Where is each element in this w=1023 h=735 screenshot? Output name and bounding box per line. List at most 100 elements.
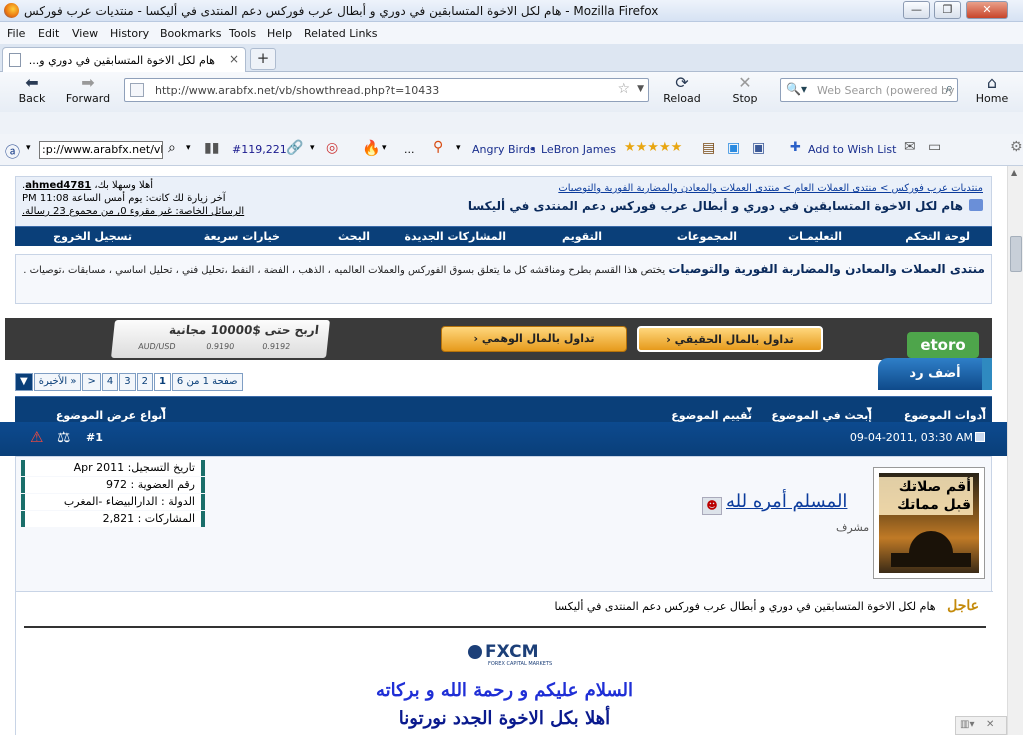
- search-icon[interactable]: ⌕: [168, 140, 176, 156]
- status-close-icon[interactable]: ✕: [986, 719, 994, 730]
- nav-user-cp[interactable]: لوحة التحكم: [905, 230, 970, 243]
- add-reply-button[interactable]: أضف رد: [878, 358, 992, 390]
- twitter-icon[interactable]: ▣: [727, 140, 740, 156]
- nav-groups[interactable]: المجموعات: [677, 230, 737, 243]
- menu-edit[interactable]: Edit: [38, 27, 59, 40]
- pager-last[interactable]: الأخيرة »: [33, 373, 82, 391]
- stop-button[interactable]: ✕ Stop: [720, 74, 770, 108]
- avatar[interactable]: أقم صلاتك قبل مماتك: [873, 467, 985, 579]
- url-text: http://www.arabfx.net/vb/showthread.php?…: [155, 84, 440, 97]
- new-tab-button[interactable]: +: [250, 48, 276, 70]
- add-to-wishlist-link[interactable]: Add to Wish List: [808, 143, 896, 156]
- flame-icon[interactable]: 🔥: [362, 139, 381, 157]
- menu-tools[interactable]: Tools: [229, 27, 256, 40]
- alexa-dropdown-icon[interactable]: ▾: [26, 143, 31, 153]
- menu-file[interactable]: File: [7, 27, 25, 40]
- back-label: Back: [18, 92, 46, 105]
- vertical-scrollbar[interactable]: ▲: [1007, 166, 1023, 735]
- back-button[interactable]: ⬅ Back: [10, 74, 54, 108]
- thread-tools-menu[interactable]: أدوات الموضوع ▾: [904, 403, 986, 422]
- trade-demo-button[interactable]: تداول بالمال الوهمي ‹: [441, 326, 627, 352]
- scrollbar-thumb[interactable]: [1010, 236, 1022, 272]
- forum-description: يختص هذا القسم بطرح ومناقشه كل ما يتعلق …: [23, 265, 666, 276]
- tab-close-icon[interactable]: ×: [229, 52, 239, 66]
- nav-quick-links[interactable]: خيارات سريعة: [204, 230, 280, 243]
- nav-logout[interactable]: تسجيل الخروج: [53, 230, 132, 243]
- rate-thread-menu[interactable]: تقييم الموضوع ▾: [671, 403, 752, 422]
- facebook-icon[interactable]: ▣: [752, 140, 765, 156]
- nav-calendar[interactable]: التقويم: [562, 230, 602, 243]
- search-thread-label: إبحث في الموضوع: [771, 409, 872, 422]
- pager-page-2[interactable]: 2: [136, 373, 153, 391]
- pager-next[interactable]: >: [82, 373, 101, 391]
- nav-search[interactable]: البحث: [338, 230, 370, 243]
- url-dropdown-icon[interactable]: ▼: [637, 84, 644, 94]
- search-engine-icon[interactable]: 🔍▾: [786, 82, 807, 96]
- addon-url-field[interactable]: :p://www.arabfx.net/vb: [39, 141, 163, 159]
- link-dropdown-icon[interactable]: ▾: [310, 143, 315, 153]
- notebook-icon[interactable]: ▤: [702, 140, 715, 156]
- web-search-input[interactable]: 🔍▾ Web Search (powered by ⌕: [780, 78, 958, 102]
- trade-real-button[interactable]: تداول بالمال الحقيقي ‹: [637, 326, 823, 352]
- alexa-rank[interactable]: #119,221: [232, 143, 287, 156]
- fire-dropdown-icon[interactable]: ▾: [456, 143, 461, 153]
- pager-current-page: 1: [153, 373, 171, 391]
- lebron-james-link[interactable]: LeBron James: [541, 143, 616, 156]
- angry-birds-link[interactable]: Angry Birds: [472, 143, 536, 156]
- home-button[interactable]: ⌂ Home: [968, 74, 1016, 108]
- menu-view[interactable]: View: [72, 27, 98, 40]
- pager-page-3[interactable]: 3: [119, 373, 136, 391]
- address-bar[interactable]: http://www.arabfx.net/vb/showthread.php?…: [124, 78, 649, 102]
- forward-button[interactable]: ➡ Forward: [62, 74, 114, 108]
- menu-history[interactable]: History: [110, 27, 149, 40]
- search-go-icon[interactable]: ⌕: [946, 81, 953, 96]
- etoro-banner[interactable]: اربح حتى $10000 مجانية AUD/USD 0.9190 0.…: [5, 318, 992, 360]
- firefox-window: هام لكل الاخوة المتسابقين في دوري و أبطا…: [0, 0, 1023, 735]
- scroll-up-icon[interactable]: ▲: [1011, 168, 1017, 177]
- rating-stars[interactable]: ★★★★★: [624, 140, 682, 155]
- page-content: منتديات عرب فوركس > منتدى العملات العام …: [0, 166, 1007, 735]
- status-addon-icon[interactable]: ▥▾: [960, 719, 974, 730]
- link-chain-icon[interactable]: 🔗: [286, 140, 303, 156]
- target-icon[interactable]: ◎: [326, 140, 338, 156]
- menu-related-links[interactable]: Related Links: [304, 27, 378, 40]
- nav-faq[interactable]: التعليمـات: [788, 230, 842, 243]
- nav-new-posts[interactable]: المشاركات الجديدة: [404, 230, 506, 243]
- tab-bar: هام لكل الاخوة المتسابقين في دوري و... ×…: [0, 44, 1023, 72]
- minimize-button[interactable]: —: [903, 1, 930, 19]
- reload-icon: ⟳: [675, 73, 689, 92]
- fxcm-logo: FXCM FOREX CAPITAL MARKETS: [468, 642, 552, 667]
- menu-help[interactable]: Help: [267, 27, 292, 40]
- rate-thread-label: تقييم الموضوع: [671, 409, 752, 422]
- pager-page-4[interactable]: 4: [101, 373, 119, 391]
- report-post-icon[interactable]: ⚠: [30, 428, 43, 446]
- tab-current[interactable]: هام لكل الاخوة المتسابقين في دوري و... ×: [2, 47, 246, 72]
- toolbar-spacer: [0, 112, 1023, 134]
- bookmark-star-icon[interactable]: ☆: [617, 81, 630, 97]
- flame-dropdown-icon[interactable]: ▾: [382, 143, 387, 153]
- alexa-icon[interactable]: ⓐ: [5, 141, 20, 162]
- wishlist-icon[interactable]: ✚: [790, 140, 801, 155]
- mail-icon[interactable]: ✉: [904, 139, 916, 155]
- maximize-button[interactable]: ❐: [934, 1, 961, 19]
- username-link[interactable]: ahmed4781: [25, 180, 91, 191]
- post-header-bar: ⚠ ⚖ #1 09-04-2011, 03:30 AM: [0, 422, 1007, 456]
- breadcrumb[interactable]: منتديات عرب فوركس > منتدى العملات العام …: [558, 183, 983, 194]
- reload-button[interactable]: ⟳ Reload: [656, 74, 708, 108]
- post-number[interactable]: #1: [86, 431, 103, 444]
- gear-icon[interactable]: ⚙: [1010, 139, 1023, 155]
- fire-search-icon[interactable]: ⚲: [433, 139, 443, 155]
- poster-name-link[interactable]: المسلم أمره لله: [726, 491, 847, 512]
- private-messages-link[interactable]: الرسائل الخاصة: غير مقروء 0, من مجموع 23…: [22, 206, 244, 217]
- stats-chart-icon[interactable]: ▮▮: [204, 140, 219, 156]
- scales-icon[interactable]: ⚖: [57, 428, 70, 446]
- banner-pair: AUD/USD: [137, 342, 176, 351]
- contact-card-icon[interactable]: ▭: [928, 139, 941, 155]
- search-thread-menu[interactable]: إبحث في الموضوع ▾: [771, 403, 872, 422]
- display-modes-menu[interactable]: انواع عرض الموضوع ▾: [56, 403, 166, 422]
- more-dots[interactable]: ...: [404, 143, 415, 156]
- menu-bookmarks[interactable]: Bookmarks: [160, 27, 221, 40]
- close-window-button[interactable]: ✕: [966, 1, 1008, 19]
- pager-dropdown-icon[interactable]: ▼: [15, 373, 33, 391]
- search-dropdown-icon[interactable]: ▾: [186, 143, 191, 153]
